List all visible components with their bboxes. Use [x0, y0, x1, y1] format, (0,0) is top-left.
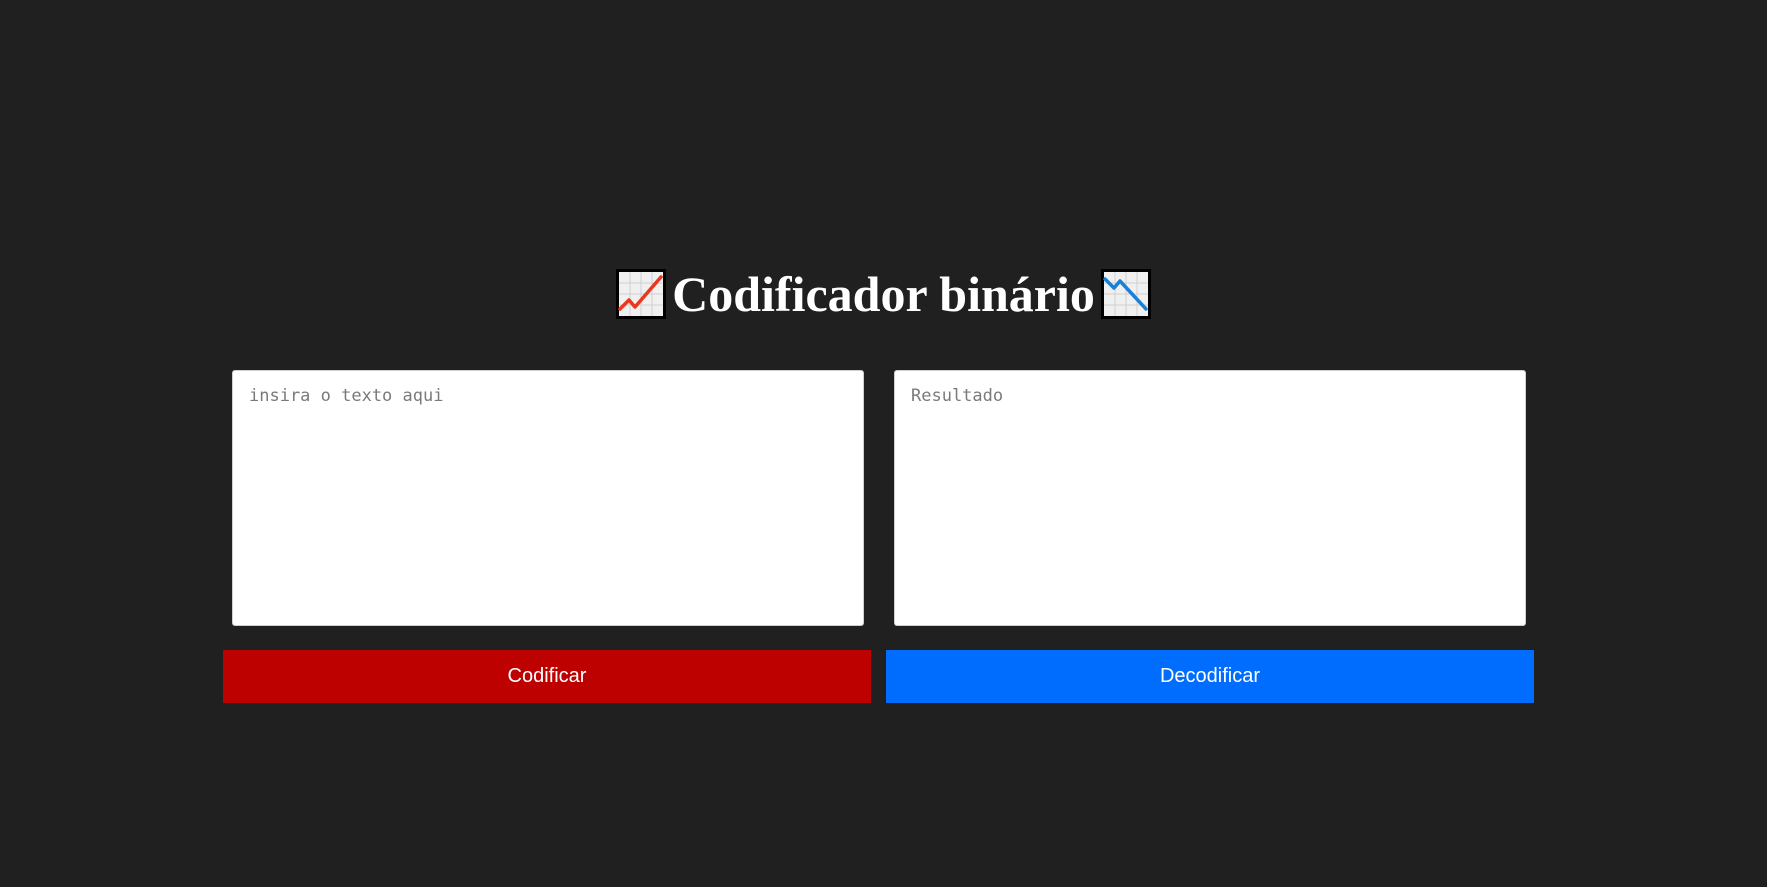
result-output[interactable] — [894, 370, 1526, 626]
chart-increasing-icon — [616, 269, 667, 319]
page-title: Codificador binário — [672, 266, 1095, 322]
encode-button[interactable]: Codificar — [223, 650, 871, 703]
decode-button[interactable]: Decodificar — [886, 650, 1534, 703]
text-input[interactable] — [232, 370, 864, 626]
chart-decreasing-icon — [1100, 269, 1151, 319]
page-title-row: Codificador binário — [0, 266, 1767, 322]
